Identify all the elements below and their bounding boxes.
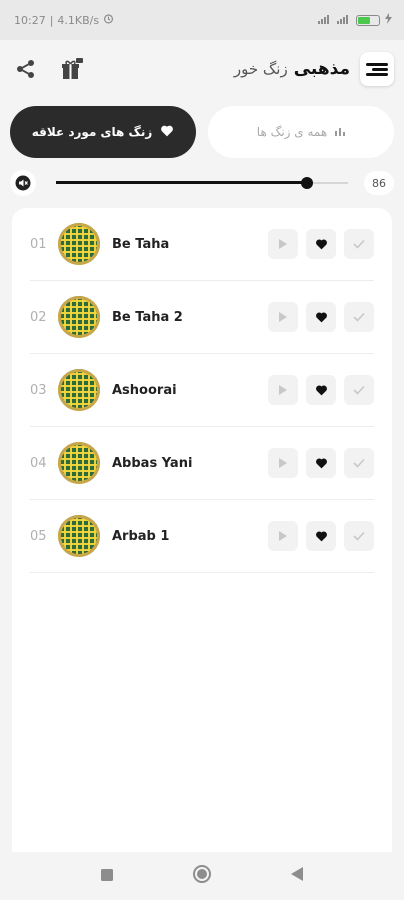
check-icon	[353, 312, 365, 322]
track-name: Abbas Yani	[112, 455, 193, 471]
heart-icon	[315, 312, 327, 323]
status-separator: |	[49, 13, 54, 27]
app-header: مذهبی زنگ خور	[0, 40, 404, 98]
battery-icon	[356, 14, 380, 26]
favorite-button[interactable]	[306, 229, 336, 259]
track-number: 01	[30, 236, 47, 252]
heart-icon	[315, 385, 327, 396]
status-speed: 4.1KB/s	[57, 13, 100, 27]
header-title-group: مذهبی زنگ خور	[234, 52, 394, 86]
favorite-button[interactable]	[306, 521, 336, 551]
track-actions	[268, 521, 374, 551]
track-actions	[268, 302, 374, 332]
status-bar: 10:27 | 4.1KB/s	[0, 0, 404, 40]
play-icon	[279, 312, 287, 322]
track-name: Be Taha	[112, 236, 170, 252]
track-number: 04	[30, 455, 47, 471]
set-ringtone-button[interactable]	[344, 375, 374, 405]
volume-row: 86	[10, 168, 394, 198]
track-row[interactable]: 01 Be Taha	[30, 208, 374, 281]
track-artwork	[58, 296, 100, 338]
track-actions	[268, 375, 374, 405]
track-artwork	[58, 369, 100, 411]
play-button[interactable]	[268, 448, 298, 478]
app-title-light: زنگ خور	[233, 60, 288, 78]
tab-favorites[interactable]: زنگ های مورد علاقه	[10, 106, 196, 158]
tab-all-ringtones[interactable]: همه ی زنگ ها	[208, 106, 394, 158]
track-actions	[268, 448, 374, 478]
charging-icon	[385, 13, 392, 27]
status-time: 10:27	[14, 13, 46, 27]
favorite-button[interactable]	[306, 375, 336, 405]
home-icon[interactable]	[192, 864, 212, 888]
heart-icon	[315, 239, 327, 250]
menu-icon	[366, 63, 388, 76]
volume-icon	[15, 175, 31, 191]
set-ringtone-button[interactable]	[344, 229, 374, 259]
status-left: 10:27 | 4.1KB/s	[14, 13, 114, 27]
set-ringtone-button[interactable]	[344, 521, 374, 551]
app-title-bold: مذهبی	[293, 59, 350, 79]
track-name: Be Taha 2	[112, 309, 183, 325]
track-row[interactable]: 02 Be Taha 2	[30, 281, 374, 354]
set-ringtone-button[interactable]	[344, 448, 374, 478]
ringtone-list: 01 Be Taha 02 Be Taha 2 03 Ashoorai 04 A…	[12, 208, 392, 858]
heart-icon	[315, 531, 327, 542]
volume-thumb[interactable]	[301, 177, 314, 189]
system-nav-bar	[0, 852, 404, 900]
play-icon	[279, 531, 287, 541]
track-artwork	[58, 442, 100, 484]
play-button[interactable]	[268, 302, 298, 332]
app-title: مذهبی زنگ خور	[234, 59, 350, 79]
track-artwork	[58, 223, 100, 265]
volume-track-fill	[56, 181, 308, 184]
signal-icon-2	[337, 13, 351, 27]
check-icon	[353, 385, 365, 395]
check-icon	[353, 458, 365, 468]
back-icon[interactable]	[290, 866, 304, 886]
play-button[interactable]	[268, 375, 298, 405]
heart-icon	[315, 458, 327, 469]
equalizer-icon	[335, 125, 346, 139]
menu-button[interactable]	[360, 52, 394, 86]
track-number: 03	[30, 382, 47, 398]
track-number: 05	[30, 528, 47, 544]
play-button[interactable]	[268, 521, 298, 551]
heart-icon	[160, 124, 174, 140]
check-icon	[353, 239, 365, 249]
track-row[interactable]: 04 Abbas Yani	[30, 427, 374, 500]
play-icon	[279, 239, 287, 249]
track-artwork	[58, 515, 100, 557]
status-right	[318, 13, 392, 27]
favorite-button[interactable]	[306, 448, 336, 478]
check-icon	[353, 531, 365, 541]
volume-slider[interactable]	[56, 173, 348, 193]
recents-icon[interactable]	[100, 867, 114, 886]
gift-icon[interactable]	[58, 55, 86, 83]
volume-value: 86	[364, 171, 394, 195]
header-actions	[12, 55, 86, 83]
volume-mute-button[interactable]	[10, 170, 36, 196]
favorite-button[interactable]	[306, 302, 336, 332]
tab-bar: زنگ های مورد علاقه همه ی زنگ ها	[10, 106, 394, 158]
track-actions	[268, 229, 374, 259]
track-name: Arbab 1	[112, 528, 170, 544]
alarm-icon	[103, 13, 114, 27]
track-row[interactable]: 03 Ashoorai	[30, 354, 374, 427]
play-icon	[279, 458, 287, 468]
track-number: 02	[30, 309, 47, 325]
tab-all-label: همه ی زنگ ها	[256, 125, 328, 139]
tab-favorites-label: زنگ های مورد علاقه	[31, 125, 153, 139]
play-button[interactable]	[268, 229, 298, 259]
track-name: Ashoorai	[112, 382, 177, 398]
share-icon[interactable]	[12, 55, 40, 83]
track-row[interactable]: 05 Arbab 1	[30, 500, 374, 573]
signal-icon	[318, 13, 332, 27]
play-icon	[279, 385, 287, 395]
set-ringtone-button[interactable]	[344, 302, 374, 332]
